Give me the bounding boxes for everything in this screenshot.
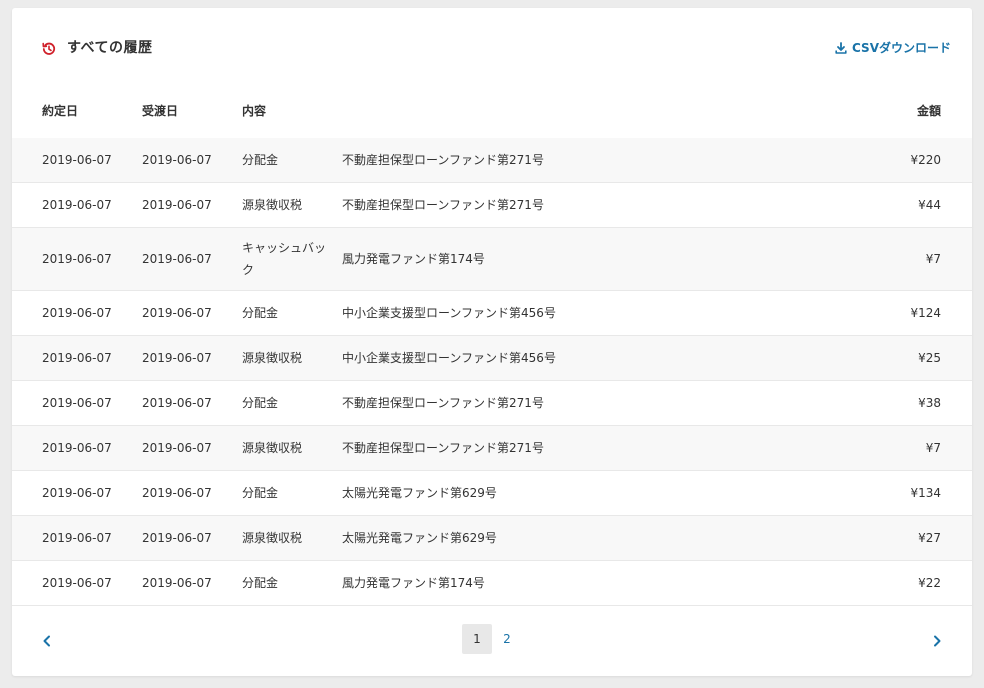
cell-fund: 太陽光発電ファンド第629号 bbox=[342, 531, 497, 545]
card-header: すべての履歴 CSVダウンロード bbox=[12, 8, 972, 88]
cell-naiyou: 分配金 bbox=[242, 396, 279, 410]
cell-fund: 風力発電ファンド第174号 bbox=[342, 576, 485, 590]
page-list: 1 2 bbox=[462, 624, 522, 654]
cell-yakujo: 2019-06-07 bbox=[42, 441, 112, 455]
column-header-naiyou: 内容 bbox=[242, 104, 267, 118]
cell-yakujo: 2019-06-07 bbox=[42, 351, 112, 365]
csv-download-button[interactable]: CSVダウンロード bbox=[835, 39, 951, 57]
history-table-body: 2019-06-07 2019-06-07 分配金 不動産担保型ローンファンド第… bbox=[12, 138, 972, 606]
cell-fund: 不動産担保型ローンファンド第271号 bbox=[342, 198, 544, 212]
cell-amount: ¥38 bbox=[918, 396, 941, 410]
cell-yakujo: 2019-06-07 bbox=[42, 531, 112, 545]
cell-yakujo: 2019-06-07 bbox=[42, 153, 112, 167]
cell-fund: 中小企業支援型ローンファンド第456号 bbox=[342, 351, 556, 365]
cell-jutou: 2019-06-07 bbox=[142, 441, 212, 455]
cell-fund: 太陽光発電ファンド第629号 bbox=[342, 486, 497, 500]
cell-naiyou: キャッシュバック bbox=[242, 241, 327, 277]
cell-amount: ¥134 bbox=[910, 486, 941, 500]
cell-amount: ¥25 bbox=[918, 351, 941, 365]
cell-naiyou: 分配金 bbox=[242, 576, 279, 590]
cell-naiyou: 源泉徴収税 bbox=[242, 351, 303, 365]
table-row: 2019-06-07 2019-06-07 分配金 不動産担保型ローンファンド第… bbox=[12, 138, 972, 183]
cell-amount: ¥27 bbox=[918, 531, 941, 545]
column-header-amount: 金額 bbox=[916, 104, 941, 118]
cell-fund: 中小企業支援型ローンファンド第456号 bbox=[342, 306, 556, 320]
cell-jutou: 2019-06-07 bbox=[142, 351, 212, 365]
table-row: 2019-06-07 2019-06-07 分配金 風力発電ファンド第174号 … bbox=[12, 561, 972, 606]
cell-yakujo: 2019-06-07 bbox=[42, 198, 112, 212]
cell-yakujo: 2019-06-07 bbox=[42, 396, 112, 410]
column-header-jutou: 受渡日 bbox=[142, 104, 179, 118]
cell-jutou: 2019-06-07 bbox=[142, 486, 212, 500]
cell-amount: ¥220 bbox=[910, 153, 941, 167]
pagination: 1 2 bbox=[12, 606, 972, 676]
cell-jutou: 2019-06-07 bbox=[142, 531, 212, 545]
cell-naiyou: 分配金 bbox=[242, 306, 279, 320]
history-card: すべての履歴 CSVダウンロード 約定日 受渡日 内容 金額 2019-06-0… bbox=[12, 8, 972, 676]
cell-jutou: 2019-06-07 bbox=[142, 306, 212, 320]
cell-naiyou: 源泉徴収税 bbox=[242, 198, 303, 212]
cell-naiyou: 分配金 bbox=[242, 153, 279, 167]
download-icon bbox=[835, 42, 847, 54]
page-button-1[interactable]: 1 bbox=[462, 624, 492, 654]
cell-fund: 不動産担保型ローンファンド第271号 bbox=[342, 153, 544, 167]
table-row: 2019-06-07 2019-06-07 分配金 中小企業支援型ローンファンド… bbox=[12, 291, 972, 336]
cell-yakujo: 2019-06-07 bbox=[42, 486, 112, 500]
history-clock-icon bbox=[42, 41, 56, 55]
cell-yakujo: 2019-06-07 bbox=[42, 306, 112, 320]
cell-amount: ¥7 bbox=[925, 441, 941, 455]
cell-fund: 不動産担保型ローンファンド第271号 bbox=[342, 396, 544, 410]
cell-jutou: 2019-06-07 bbox=[142, 396, 212, 410]
cell-yakujo: 2019-06-07 bbox=[42, 252, 112, 266]
table-row: 2019-06-07 2019-06-07 分配金 不動産担保型ローンファンド第… bbox=[12, 381, 972, 426]
table-row: 2019-06-07 2019-06-07 キャッシュバック 風力発電ファンド第… bbox=[12, 228, 972, 291]
table-row: 2019-06-07 2019-06-07 源泉徴収税 不動産担保型ローンファン… bbox=[12, 183, 972, 228]
table-row: 2019-06-07 2019-06-07 源泉徴収税 太陽光発電ファンド第62… bbox=[12, 516, 972, 561]
cell-fund: 不動産担保型ローンファンド第271号 bbox=[342, 441, 544, 455]
column-header-yakujo: 約定日 bbox=[42, 104, 79, 118]
cell-naiyou: 分配金 bbox=[242, 486, 279, 500]
table-row: 2019-06-07 2019-06-07 分配金 太陽光発電ファンド第629号… bbox=[12, 471, 972, 516]
csv-download-label: CSVダウンロード bbox=[852, 41, 951, 55]
table-header: 約定日 受渡日 内容 金額 bbox=[12, 94, 972, 139]
cell-jutou: 2019-06-07 bbox=[142, 576, 212, 590]
cell-amount: ¥124 bbox=[910, 306, 941, 320]
cell-amount: ¥7 bbox=[925, 252, 941, 266]
page-button-2[interactable]: 2 bbox=[492, 624, 522, 654]
cell-amount: ¥22 bbox=[918, 576, 941, 590]
cell-yakujo: 2019-06-07 bbox=[42, 576, 112, 590]
page-title: すべての履歴 bbox=[67, 40, 153, 56]
cell-jutou: 2019-06-07 bbox=[142, 153, 212, 167]
table-row: 2019-06-07 2019-06-07 源泉徴収税 中小企業支援型ローンファ… bbox=[12, 336, 972, 381]
cell-naiyou: 源泉徴収税 bbox=[242, 531, 303, 545]
cell-amount: ¥44 bbox=[918, 198, 941, 212]
chevron-right-icon[interactable] bbox=[930, 633, 944, 647]
cell-naiyou: 源泉徴収税 bbox=[242, 441, 303, 455]
cell-jutou: 2019-06-07 bbox=[142, 252, 212, 266]
chevron-left-icon[interactable] bbox=[40, 633, 54, 647]
cell-fund: 風力発電ファンド第174号 bbox=[342, 252, 485, 266]
table-row: 2019-06-07 2019-06-07 源泉徴収税 不動産担保型ローンファン… bbox=[12, 426, 972, 471]
cell-jutou: 2019-06-07 bbox=[142, 198, 212, 212]
